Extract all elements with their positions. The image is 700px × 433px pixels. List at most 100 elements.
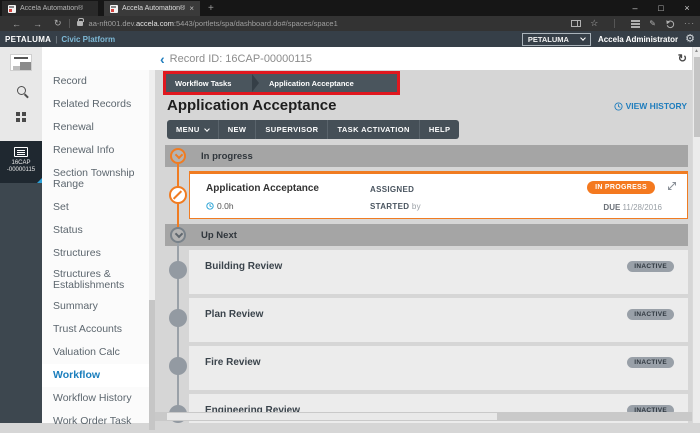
chevron-down-icon — [580, 35, 586, 41]
browser-tab-active[interactable]: Accela Automation® × — [104, 1, 200, 16]
apps-grid-icon[interactable] — [16, 112, 20, 116]
record-id-title: Record ID: 16CAP-00000115 — [170, 53, 312, 65]
url-field[interactable]: aa-nft001.dev.accela.com:5443/portlets/s… — [89, 19, 338, 28]
search-icon[interactable] — [17, 86, 26, 95]
more-options-icon[interactable]: ··· — [684, 19, 695, 28]
section-up-next[interactable]: Up Next — [165, 224, 688, 246]
supervisor-button[interactable]: SUPERVISOR — [256, 120, 328, 139]
tab-title: Accela Automation® — [122, 5, 185, 12]
breadcrumb-application-acceptance[interactable]: Application Acceptance — [259, 74, 364, 92]
maximize-button[interactable]: □ — [648, 0, 674, 16]
task-card-building-review[interactable]: Building Review INACTIVE — [189, 250, 688, 294]
section-in-progress[interactable]: In progress — [165, 145, 688, 167]
scrollbar-thumb[interactable] — [167, 413, 497, 420]
refresh-record-icon[interactable]: ↻ — [678, 52, 687, 65]
status-badge: IN PROGRESS — [587, 181, 655, 194]
sidebar-item-related-records[interactable]: Related Records — [42, 93, 155, 116]
gear-icon[interactable]: ⚙ — [685, 34, 695, 45]
browser-tab-bar: Accela Automation® Accela Automation® × … — [0, 0, 700, 16]
workflow-toolbar: MENU NEW SUPERVISOR TASK ACTIVATION HELP — [167, 120, 459, 139]
sidebar-item-status[interactable]: Status — [42, 219, 155, 242]
rail-background — [0, 183, 42, 423]
browser-tab[interactable]: Accela Automation® — [2, 1, 98, 16]
accela-favicon — [8, 5, 16, 13]
window-controls: – □ × — [622, 0, 700, 16]
task-hours: 0.0h — [206, 201, 234, 211]
timeline-dot — [169, 357, 187, 375]
back-icon[interactable]: ← — [12, 19, 21, 29]
sidebar-item-set[interactable]: Set — [42, 196, 155, 219]
close-window-button[interactable]: × — [674, 0, 700, 16]
sidebar-item-renewal[interactable]: Renewal — [42, 116, 155, 139]
scroll-up-icon[interactable]: ▲ — [693, 47, 700, 55]
task-card-plan-review[interactable]: Plan Review INACTIVE — [189, 298, 688, 342]
brand-separator: | — [55, 35, 57, 44]
history-clock-icon — [614, 102, 623, 111]
sidebar-item-structures-establishments[interactable]: Structures & Establishments — [42, 265, 155, 295]
horizontal-scrollbar[interactable] — [155, 412, 692, 421]
launchpad-icon[interactable] — [11, 55, 31, 70]
divider — [69, 19, 70, 28]
new-tab-button[interactable]: + — [208, 3, 214, 14]
record-header: ‹ Record ID: 16CAP-00000115 ↻ — [42, 47, 692, 70]
minimize-button[interactable]: – — [622, 0, 648, 16]
timeline-dot — [169, 261, 187, 279]
task-name: Application Acceptance — [206, 183, 319, 194]
sidebar-item-summary[interactable]: Summary — [42, 295, 155, 318]
record-tab-tile[interactable]: 16CAP -00000115 — [0, 141, 42, 183]
vertical-scrollbar[interactable]: ▲ — [692, 47, 700, 423]
reading-view-icon[interactable] — [571, 20, 581, 27]
back-chevron-icon[interactable]: ‹ — [160, 52, 165, 66]
collapse-chevron-icon[interactable] — [170, 148, 186, 164]
sidebar-item-structures[interactable]: Structures — [42, 242, 155, 265]
clock-icon — [206, 202, 214, 210]
workflow-content: Workflow Tasks Application Acceptance Ap… — [155, 70, 692, 423]
assigned-label: ASSIGNED — [370, 185, 414, 194]
sidebar-item-trust-accounts[interactable]: Trust Accounts — [42, 318, 155, 341]
task-activation-button[interactable]: TASK ACTIVATION — [328, 120, 419, 139]
agency-brand: PETALUMA — [5, 35, 51, 44]
view-history-link[interactable]: VIEW HISTORY — [614, 101, 687, 111]
forward-icon[interactable]: → — [33, 19, 42, 29]
left-icon-rail: 16CAP -00000115 — [0, 47, 42, 423]
collapse-chevron-icon[interactable] — [170, 227, 186, 243]
task-card-fire-review[interactable]: Fire Review INACTIVE — [189, 346, 688, 390]
sidebar-item-valuation-calc[interactable]: Valuation Calc — [42, 341, 155, 364]
sidebar-item-renewal-info[interactable]: Renewal Info — [42, 139, 155, 162]
scrollbar-thumb[interactable] — [694, 57, 700, 137]
refresh-icon[interactable]: ↻ — [54, 18, 62, 29]
agency-dropdown[interactable]: PETALUMA — [522, 33, 591, 46]
help-button[interactable]: HELP — [420, 120, 460, 139]
expand-icon[interactable] — [667, 181, 677, 191]
user-name: Accela Administrator — [598, 35, 678, 44]
tab-close-icon[interactable]: × — [189, 4, 194, 13]
annotation-highlight-box: Workflow Tasks Application Acceptance — [163, 71, 400, 95]
sidebar-item-workflow-history[interactable]: Workflow History — [42, 387, 155, 410]
share-icon[interactable] — [665, 19, 675, 29]
breadcrumb-workflow-tasks[interactable]: Workflow Tasks — [166, 74, 252, 92]
record-card-icon — [14, 147, 28, 157]
sidebar-item-record[interactable]: Record — [42, 70, 155, 93]
status-badge: INACTIVE — [627, 357, 674, 368]
favorite-star-icon[interactable]: ☆ — [590, 18, 598, 29]
timeline-dot — [169, 309, 187, 327]
workspace: 16CAP -00000115 ‹ Record ID: 16CAP-00000… — [0, 47, 700, 423]
sidebar-item-workflow[interactable]: Workflow — [42, 364, 155, 387]
hub-icon[interactable] — [631, 20, 640, 22]
active-task-pencil-icon — [169, 186, 187, 204]
started-label: STARTED by — [370, 202, 421, 211]
app-header: PETALUMA | Civic Platform PETALUMA Accel… — [0, 31, 700, 47]
sidebar-item-work-order-task[interactable]: Work Order Task — [42, 410, 155, 433]
sidebar-item-section-township-range[interactable]: Section Township Range — [42, 162, 155, 196]
chevron-down-icon — [204, 126, 210, 132]
divider — [614, 19, 615, 28]
web-note-icon[interactable]: ✎ — [649, 19, 656, 28]
menu-button[interactable]: MENU — [167, 120, 219, 139]
tab-title: Accela Automation® — [20, 5, 83, 12]
breadcrumb-arrow-icon — [252, 74, 259, 92]
app-header-right: PETALUMA Accela Administrator ⚙ — [522, 33, 695, 46]
task-card-application-acceptance[interactable]: Application Acceptance 0.0h ASSIGNED STA… — [189, 171, 688, 219]
new-button[interactable]: NEW — [219, 120, 257, 139]
lock-icon — [77, 21, 83, 26]
page-title: Application Acceptance — [167, 97, 336, 114]
